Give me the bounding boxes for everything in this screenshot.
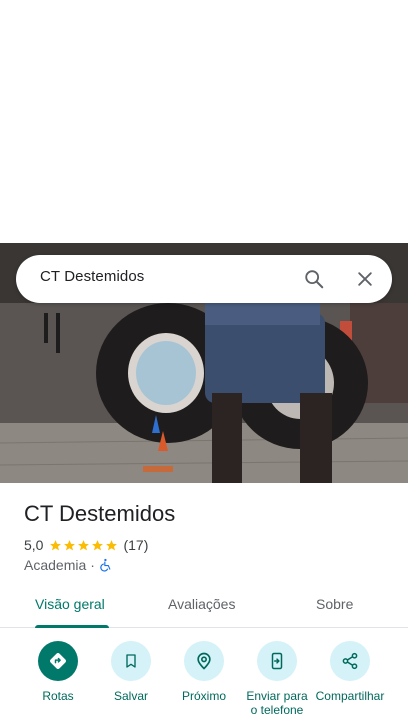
separator-dot: ·: [90, 557, 95, 573]
bookmark-icon: [126, 654, 136, 668]
wheelchair-icon[interactable]: [99, 558, 113, 572]
star-icon: [78, 539, 90, 550]
save-button[interactable]: Salvar: [89, 641, 173, 703]
send-to-phone-icon: [271, 652, 283, 670]
star-icon: [92, 539, 104, 550]
search-input[interactable]: CT Destemidos: [40, 268, 144, 285]
send-to-phone-button[interactable]: Enviar para o telefone: [235, 641, 319, 717]
close-icon: [358, 272, 372, 286]
review-count[interactable]: (17): [123, 537, 148, 553]
nearby-label: Próximo: [181, 689, 226, 703]
send-to-phone-button-circle: [257, 641, 297, 681]
directions-button-circle: [38, 641, 78, 681]
rating-value: 5,0: [24, 537, 44, 553]
directions-button[interactable]: Rotas: [16, 641, 100, 703]
directions-label: Rotas: [42, 689, 74, 703]
share-icon: [342, 652, 358, 670]
star-icon: [50, 539, 62, 550]
share-button-circle: [330, 641, 370, 681]
tab-reviews[interactable]: Avaliações: [168, 596, 235, 612]
nearby-button-circle: [184, 641, 224, 681]
rating-row[interactable]: 5,0 (17): [24, 536, 148, 554]
tab-overview[interactable]: Visão geral: [35, 596, 105, 612]
place-title: CT Destemidos: [24, 501, 176, 526]
star-icon: [64, 539, 76, 550]
star-icon: [106, 539, 118, 550]
share-label: Compartilhar: [315, 689, 385, 703]
category-row: Academia ·: [24, 556, 113, 574]
nearby-button[interactable]: Próximo: [162, 641, 246, 703]
save-label: Salvar: [113, 689, 148, 703]
tab-about[interactable]: Sobre: [316, 596, 353, 612]
nearby-icon: [197, 652, 211, 670]
search-icon: [305, 270, 324, 289]
place-page: CT Destemidos CT Destemidos 5,0 (17) Aca…: [0, 0, 408, 726]
star-rating: [49, 539, 119, 552]
send-to-phone-label: Enviar para o telefone: [246, 689, 308, 717]
close-button[interactable]: [349, 263, 381, 295]
place-category: Academia: [24, 557, 87, 573]
tab-bar: Visão geral Avaliações Sobre: [0, 584, 408, 628]
directions-icon: [50, 653, 66, 669]
search-button[interactable]: [298, 263, 330, 295]
save-button-circle: [111, 641, 151, 681]
share-button[interactable]: Compartilhar: [308, 641, 392, 703]
active-tab-indicator: [35, 625, 109, 628]
search-bar[interactable]: CT Destemidos: [16, 255, 392, 303]
